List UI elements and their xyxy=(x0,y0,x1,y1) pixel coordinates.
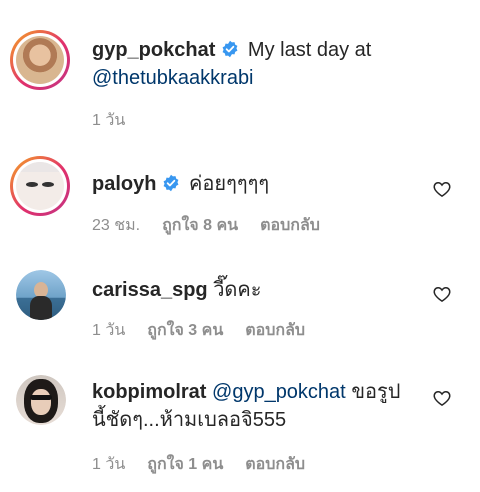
comment-3-likes[interactable]: ถูกใจ 1 คน xyxy=(147,456,223,473)
avatar-kobpimolrat[interactable] xyxy=(16,375,66,425)
comment-2-body: วี๊ดคะ xyxy=(213,279,262,301)
comment-1-body: ค่อยๆๆๆๆ xyxy=(189,173,270,195)
comment-2-time[interactable]: 1 วัน xyxy=(92,322,125,339)
caption-mention[interactable]: @thetubkaakkrabi xyxy=(92,67,254,89)
comment-3-meta: 1 วัน ถูกใจ 1 คน ตอบกลับ xyxy=(92,455,327,475)
like-heart-icon[interactable] xyxy=(432,388,452,408)
like-heart-icon[interactable] xyxy=(432,179,452,199)
comment-3-reply-button[interactable]: ตอบกลับ xyxy=(245,456,305,473)
caption-body: My last day at xyxy=(247,39,372,61)
like-heart-icon[interactable] xyxy=(432,284,452,304)
comment-3-body-line2: นี้ชัดๆ...ห้ามเบลอจิ555 xyxy=(92,409,287,431)
comment-1-reply-button[interactable]: ตอบกลับ xyxy=(260,217,320,234)
caption-text: gyp_pokchat My last day at @thetubkaakkr… xyxy=(92,36,462,92)
comment-2-likes[interactable]: ถูกใจ 3 คน xyxy=(147,322,223,339)
comment-2-username[interactable]: carissa_spg xyxy=(92,279,208,301)
caption-time[interactable]: 1 วัน xyxy=(92,112,125,129)
comment-1-meta: 23 ชม. ถูกใจ 8 คน ตอบกลับ xyxy=(92,216,342,236)
caption-username[interactable]: gyp_pokchat xyxy=(92,39,215,61)
comment-1-text: paloyh ค่อยๆๆๆๆ xyxy=(92,170,422,198)
comment-1-time[interactable]: 23 ชม. xyxy=(92,217,140,234)
comment-2-reply-button[interactable]: ตอบกลับ xyxy=(245,322,305,339)
avatar-gyp-pokchat[interactable] xyxy=(10,30,70,90)
comment-3-body-line1: ขอรูป xyxy=(351,381,401,403)
comment-1-username[interactable]: paloyh xyxy=(92,173,156,195)
comment-1-likes[interactable]: ถูกใจ 8 คน xyxy=(162,217,238,234)
comment-3-text: kobpimolrat @gyp_pokchat ขอรูป นี้ชัดๆ..… xyxy=(92,378,422,434)
comment-3-time[interactable]: 1 วัน xyxy=(92,456,125,473)
avatar-paloyh[interactable] xyxy=(10,156,70,216)
verified-badge-icon xyxy=(164,174,179,192)
comment-2-meta: 1 วัน ถูกใจ 3 คน ตอบกลับ xyxy=(92,321,327,341)
verified-badge-icon xyxy=(222,40,238,58)
comment-3-mention[interactable]: @gyp_pokchat xyxy=(212,381,346,403)
comment-2-text: carissa_spg วี๊ดคะ xyxy=(92,276,422,304)
caption-meta: 1 วัน xyxy=(92,111,147,131)
avatar-carissa-spg[interactable] xyxy=(16,270,66,320)
comment-3-username[interactable]: kobpimolrat xyxy=(92,381,206,403)
